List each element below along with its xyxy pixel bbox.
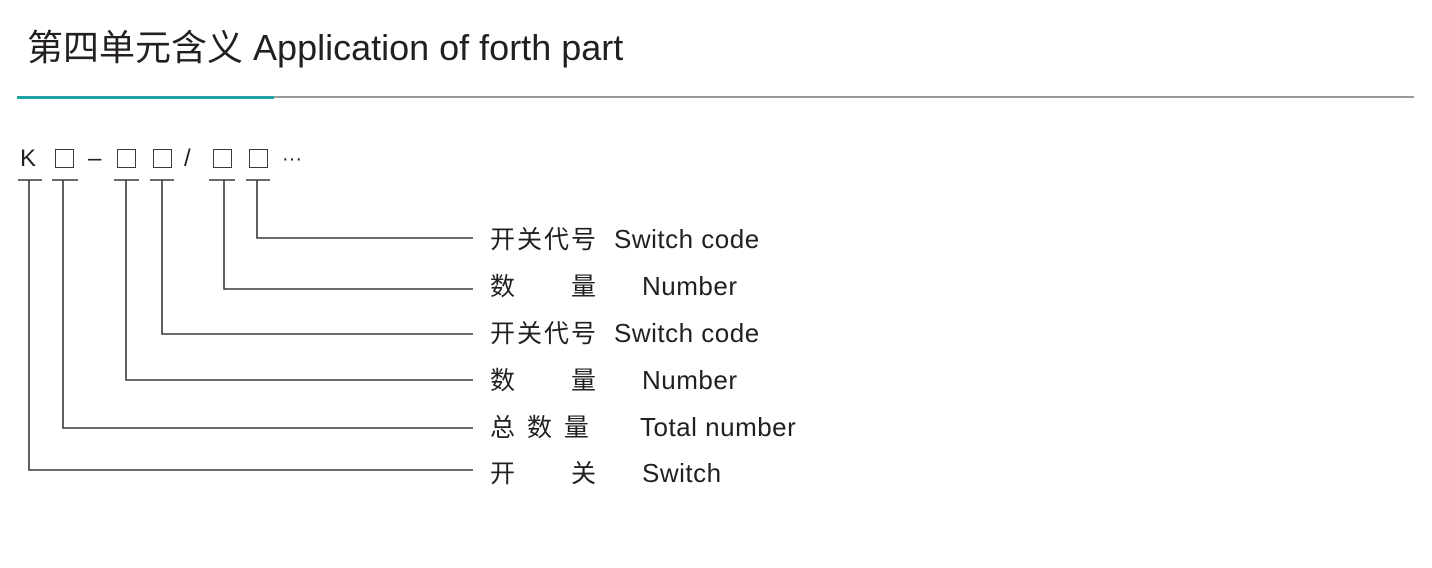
legend-item-switch-code: 开关代号 Switch code [490, 318, 760, 348]
legend-item-total-number: 总 数 量 Total number [490, 412, 797, 442]
leader-number-2 [223, 180, 473, 290]
leader-switch-code-2 [256, 180, 473, 239]
leader-total-number [62, 180, 473, 429]
legend-item-number: 数 量 Number [490, 365, 738, 395]
leader-switch-code-1 [161, 180, 473, 335]
legend-item-switch-code: 开关代号 Switch code [490, 224, 760, 254]
leader-number-1 [125, 180, 473, 381]
leader-switch [28, 180, 473, 471]
legend-item-switch: 开 关 Switch [490, 458, 722, 488]
legend-item-number: 数 量 Number [490, 271, 738, 301]
